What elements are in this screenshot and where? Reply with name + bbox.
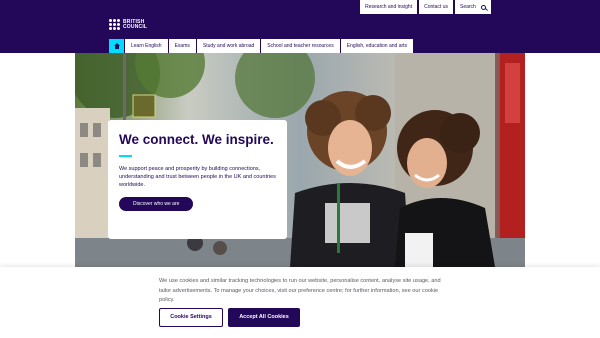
- search-icon: [481, 4, 486, 10]
- home-icon: [113, 43, 120, 49]
- discover-who-we-are-button[interactable]: Discover who we are: [119, 197, 194, 211]
- main-nav: Learn English Exams Study and work abroa…: [109, 39, 414, 53]
- logo-dots-icon: [109, 19, 120, 30]
- utility-links: Research and insight Contact us Search: [360, 0, 491, 14]
- nav-study-work-abroad[interactable]: Study and work abroad: [196, 39, 261, 53]
- accept-all-cookies-button[interactable]: Accept All Cookies: [228, 308, 300, 327]
- search-button[interactable]: Search: [455, 0, 491, 14]
- hero-title: We connect. We inspire.: [119, 132, 274, 147]
- cookie-banner-text: We use cookies and similar tracking tech…: [159, 278, 441, 303]
- logo-line-2: COUNCIL: [123, 23, 148, 30]
- cookie-settings-button[interactable]: Cookie Settings: [159, 308, 223, 327]
- search-label: Search: [460, 4, 476, 10]
- hero-text: We support peace and prosperity by build…: [119, 166, 276, 188]
- research-and-insight-link[interactable]: Research and insight: [360, 0, 418, 14]
- contact-us-link[interactable]: Contact us: [419, 0, 453, 14]
- logo-text: BRITISH COUNCIL: [123, 19, 148, 30]
- hero-accent-rule: [119, 155, 132, 157]
- cookie-banner: We use cookies and similar tracking tech…: [0, 267, 600, 338]
- nav-exams[interactable]: Exams: [168, 39, 196, 53]
- british-council-logo[interactable]: BRITISH COUNCIL: [109, 19, 147, 30]
- site-header: Research and insight Contact us Search B…: [0, 0, 600, 53]
- nav-learn-english[interactable]: Learn English: [125, 39, 168, 53]
- hero-card: We connect. We inspire. We support peace…: [108, 120, 287, 239]
- nav-school-teacher-resources[interactable]: School and teacher resources: [261, 39, 340, 53]
- nav-home[interactable]: [109, 39, 124, 53]
- nav-english-education-arts[interactable]: English, education and arts: [340, 39, 414, 53]
